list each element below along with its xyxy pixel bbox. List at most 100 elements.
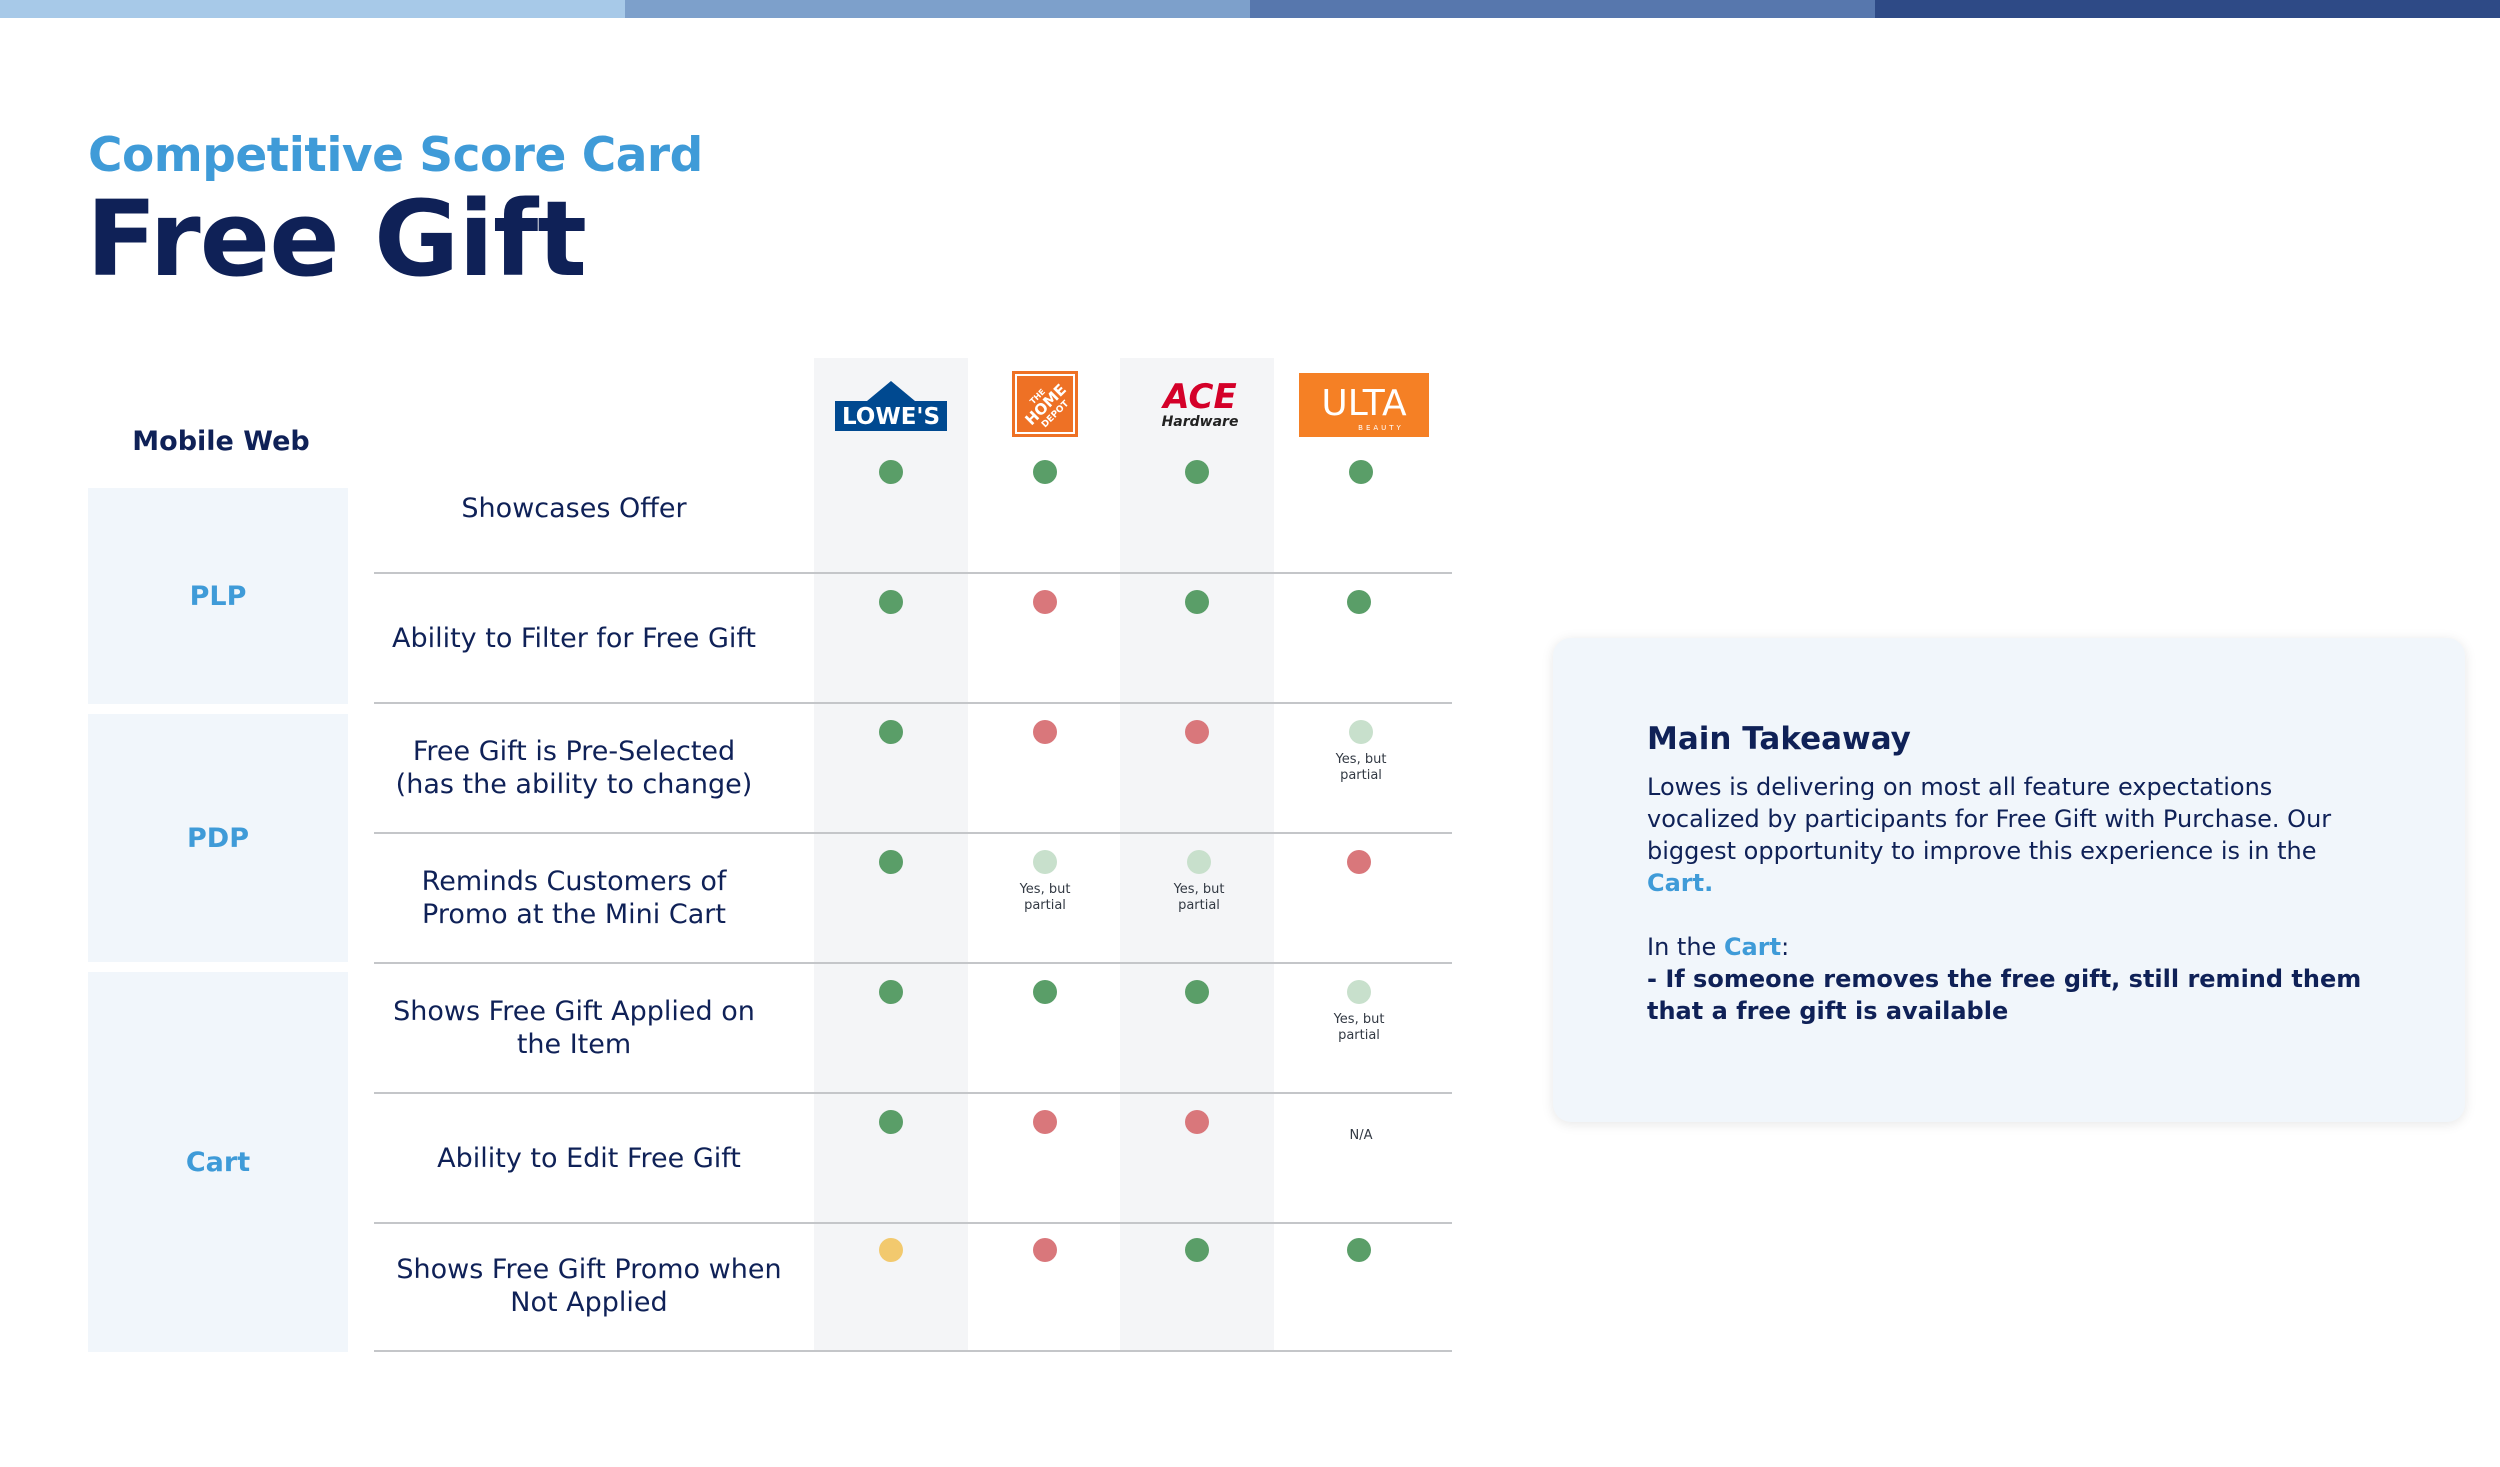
- score-cell: [814, 574, 968, 702]
- cart-heading: In the Cart:: [1647, 933, 1790, 961]
- score-cell: Yes, but partial: [1284, 704, 1438, 832]
- score-cell: [814, 444, 968, 572]
- score-cell: Yes, but partial: [968, 834, 1122, 962]
- feature-label: Shows Free Gift Promo when Not Applied: [396, 1254, 782, 1318]
- score-cell: [814, 704, 968, 832]
- score-cell: [968, 964, 1122, 1092]
- group-pdp: PDP: [88, 714, 348, 962]
- section-label-mobile-web: Mobile Web: [132, 426, 310, 457]
- feature-label: Free Gift is Pre-Selected (has the abili…: [395, 736, 753, 800]
- score-cell: [814, 834, 968, 962]
- score-cell: [814, 1094, 968, 1222]
- score-cell: [814, 1222, 968, 1350]
- takeaway-bullet: - If someone removes the free gift, stil…: [1647, 965, 2362, 1025]
- group-plp: PLP: [88, 488, 348, 704]
- ulta-beauty-logo: ULTA BEAUTY: [1298, 372, 1430, 438]
- group-label-cart: Cart: [185, 1146, 251, 1178]
- status-dot-green: [879, 980, 903, 1004]
- group-label-pdp: PDP: [187, 822, 249, 854]
- score-cell: [1282, 1222, 1436, 1350]
- status-dot-green: [1347, 1238, 1371, 1262]
- score-cell: [814, 964, 968, 1092]
- status-dot-green: [879, 850, 903, 874]
- status-dot-red: [1185, 1110, 1209, 1134]
- svg-text:BEAUTY: BEAUTY: [1358, 424, 1404, 432]
- status-note: Yes, but partial: [1333, 1012, 1385, 1043]
- status-dot-lightgreen: [1347, 980, 1371, 1004]
- takeaway-title: Main Takeaway: [1647, 721, 1911, 757]
- takeaway-body: Lowes is delivering on most all feature …: [1647, 771, 2387, 1027]
- table-row: Free Gift is Pre-Selected (has the abili…: [374, 704, 1452, 834]
- status-dot-green: [879, 460, 903, 484]
- score-cell: [1120, 1094, 1274, 1222]
- page-title: Free Gift: [86, 178, 587, 300]
- score-cell: [968, 444, 1122, 572]
- status-dot-green: [1033, 460, 1057, 484]
- status-dot-red: [1033, 1238, 1057, 1262]
- score-cell: [968, 704, 1122, 832]
- ace-hardware-logo: ACE Hardware: [1150, 370, 1250, 440]
- top-bar-segment-4: [1875, 0, 2500, 18]
- status-dot-green: [1185, 590, 1209, 614]
- status-dot-green: [1185, 460, 1209, 484]
- status-dot-green: [1349, 460, 1373, 484]
- feature-label: Ability to Filter for Free Gift: [391, 622, 757, 654]
- table-row: Shows Free Gift Applied on the Item Yes,…: [374, 964, 1452, 1094]
- table-row: Reminds Customers of Promo at the Mini C…: [374, 834, 1452, 964]
- score-cell: Yes, but partial: [1282, 964, 1436, 1092]
- score-cell: [1120, 704, 1274, 832]
- table-row: Ability to Filter for Free Gift: [374, 574, 1452, 704]
- status-note: Yes, but partial: [1173, 882, 1225, 913]
- status-dot-lightgreen: [1187, 850, 1211, 874]
- takeaway-text: Lowes is delivering on most all feature …: [1647, 773, 2332, 865]
- status-dot-lightgreen: [1349, 720, 1373, 744]
- status-dot-green: [879, 720, 903, 744]
- top-bar-segment-2: [625, 0, 1250, 18]
- svg-text:ACE: ACE: [1160, 377, 1236, 417]
- svg-text:ULTA: ULTA: [1321, 383, 1407, 424]
- score-cell: [968, 574, 1122, 702]
- score-cell: [1284, 444, 1438, 572]
- group-label-plp: PLP: [189, 580, 247, 612]
- home-depot-logo: THE HOME DEPOT: [1011, 370, 1079, 438]
- status-dot-green: [1185, 980, 1209, 1004]
- status-dot-red: [1185, 720, 1209, 744]
- top-color-bar: [0, 0, 2500, 18]
- status-dot-green: [879, 1110, 903, 1134]
- takeaway-highlight: Cart.: [1647, 869, 1714, 897]
- svg-text:LOWE'S: LOWE'S: [842, 404, 940, 430]
- score-cell: [968, 1222, 1122, 1350]
- score-cell: [1282, 574, 1436, 702]
- feature-label: Shows Free Gift Applied on the Item: [393, 996, 755, 1060]
- status-dot-red: [1347, 850, 1371, 874]
- status-dot-green: [879, 590, 903, 614]
- score-cell: Yes, but partial: [1122, 834, 1276, 962]
- feature-label: Ability to Edit Free Gift: [437, 1142, 741, 1174]
- score-cell: [1120, 574, 1274, 702]
- feature-label: Reminds Customers of Promo at the Mini C…: [421, 866, 727, 930]
- top-bar-segment-3: [1250, 0, 1875, 18]
- status-dot-red: [1033, 590, 1057, 614]
- status-dot-green: [1033, 980, 1057, 1004]
- status-dot-red: [1033, 720, 1057, 744]
- page-subtitle: Competitive Score Card: [88, 128, 703, 183]
- group-cart: Cart: [88, 972, 348, 1352]
- status-note: Yes, but partial: [1335, 752, 1387, 783]
- score-cell: [1120, 964, 1274, 1092]
- main-takeaway-card: Main Takeaway Lowes is delivering on mos…: [1553, 638, 2465, 1122]
- status-dot-yellow: [879, 1238, 903, 1262]
- status-dot-green: [1185, 1238, 1209, 1262]
- score-cell: [1120, 1222, 1274, 1350]
- top-bar-segment-1: [0, 0, 625, 18]
- table-row: Ability to Edit Free Gift N/A: [374, 1094, 1452, 1224]
- status-dot-green: [1347, 590, 1371, 614]
- score-cell: [968, 1094, 1122, 1222]
- table-row: Showcases Offer: [374, 444, 1452, 574]
- status-note-na: N/A: [1349, 1128, 1373, 1143]
- status-dot-red: [1033, 1110, 1057, 1134]
- status-dot-lightgreen: [1033, 850, 1057, 874]
- svg-text:Hardware: Hardware: [1162, 414, 1239, 430]
- score-cell: [1282, 834, 1436, 962]
- status-note: Yes, but partial: [1019, 882, 1071, 913]
- feature-label: Showcases Offer: [461, 492, 687, 524]
